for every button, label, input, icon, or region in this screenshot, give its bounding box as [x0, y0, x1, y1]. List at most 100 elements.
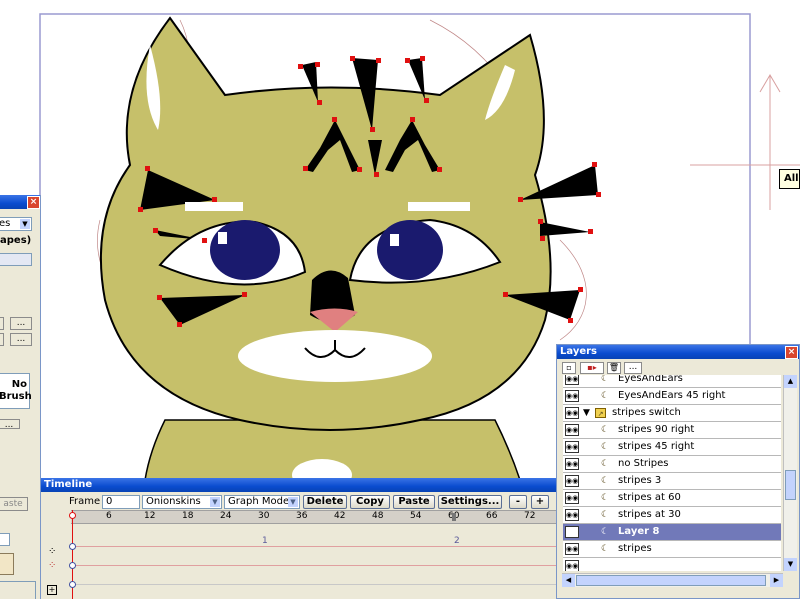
paste-button-label: aste — [3, 499, 23, 509]
layer-name: stripes 3 — [618, 475, 662, 486]
visibility-eye-icon[interactable]: ◉◉ — [565, 390, 579, 402]
keyframe[interactable] — [69, 562, 76, 569]
more-button-3[interactable]: ... — [0, 419, 20, 430]
bone-layer-icon: ☾ — [601, 391, 610, 401]
visibility-eye-icon[interactable]: ◉◉ — [565, 441, 579, 453]
visibility-eye-icon[interactable]: ◉◉ — [565, 526, 579, 538]
ruler-tick: 48 — [372, 511, 384, 521]
copy-button[interactable]: Copy — [350, 495, 390, 509]
layer-row[interactable]: ◉◉ ☾ stripes 90 right — [563, 422, 781, 439]
visibility-eye-icon[interactable]: ◉◉ — [565, 543, 579, 555]
ruler-tick: 12 — [144, 511, 156, 521]
rotation-channel-icon: ⁘ — [48, 560, 57, 571]
scroll-left-button[interactable]: ◀ — [562, 574, 575, 587]
more-button-1[interactable]: ... — [10, 317, 32, 330]
scroll-up-button[interactable]: ▲ — [784, 375, 797, 388]
layer-name: stripes at 30 — [618, 509, 681, 520]
no-brush-label: No Brush — [0, 379, 32, 402]
frame-ruler[interactable]: 6 12 18 24 30 36 42 48 54 60 66 72 — [71, 510, 561, 524]
layer-row[interactable]: ◉◉ ▼ ↗ stripes switch — [563, 405, 781, 422]
onionskins-label: Onionskins — [146, 496, 201, 507]
tool-panel-field[interactable] — [0, 253, 32, 266]
vector-layer-icon: ☾ — [601, 476, 610, 486]
onionskins-dropdown[interactable]: Onionskins ▼ — [142, 495, 222, 509]
keyframe[interactable] — [69, 581, 76, 588]
layer-name: EyesAndEars 45 right — [618, 390, 726, 401]
delete-layer-button[interactable]: 🗑 — [607, 362, 621, 374]
visibility-eye-icon[interactable]: ◉◉ — [565, 424, 579, 436]
playhead-handle[interactable] — [69, 512, 76, 519]
tool-panel-input-2[interactable] — [0, 333, 4, 346]
delete-button[interactable]: Delete — [303, 495, 347, 509]
layer-options-button[interactable]: ... — [624, 362, 642, 374]
timeline-track[interactable] — [71, 584, 561, 585]
tool-panel-close-button[interactable]: × — [27, 196, 40, 209]
more-button-2[interactable]: ... — [10, 333, 32, 346]
visibility-eye-icon[interactable]: ◉◉ — [565, 492, 579, 504]
color-swatch[interactable] — [0, 553, 14, 575]
scroll-right-button[interactable]: ▶ — [770, 574, 783, 587]
scroll-thumb[interactable] — [785, 470, 796, 500]
visibility-eye-icon[interactable]: ◉◉ — [565, 458, 579, 470]
layer-row[interactable]: ◉◉ ☾ stripes — [563, 541, 781, 558]
layer-row[interactable]: ◉◉ ☾ stripes at 60 — [563, 490, 781, 507]
ruler-tick: 36 — [296, 511, 308, 521]
layers-vertical-scrollbar[interactable]: ▲ ▼ — [783, 375, 797, 571]
visibility-eye-icon[interactable]: ◉◉ — [565, 560, 579, 571]
ruler-marker[interactable] — [452, 513, 456, 521]
paste-frame-button-label: Paste — [398, 496, 430, 507]
no-brush-button[interactable]: No Brush — [0, 373, 32, 409]
origin-guide — [690, 74, 800, 210]
layer-row[interactable]: ◉◉ ☾ stripes 3 — [563, 473, 781, 490]
new-layer-menu-button[interactable]: ▪▸ — [580, 362, 604, 374]
layer-row[interactable]: ◉◉ ☾ EyesAndEars 45 right — [563, 388, 781, 405]
visibility-eye-icon[interactable]: ◉◉ — [565, 375, 579, 385]
layer-row-selected[interactable]: ◉◉ ☾ Layer 8 — [563, 524, 781, 541]
layer-row[interactable]: ◉◉ ☾ stripes 45 right — [563, 439, 781, 456]
more-button-2-label: ... — [16, 334, 26, 344]
paste-frame-button[interactable]: Paste — [393, 495, 435, 509]
right-iris — [377, 220, 443, 280]
visibility-eye-icon[interactable]: ◉◉ — [565, 407, 579, 419]
tool-panel-small-field[interactable] — [0, 533, 10, 546]
timeline-track[interactable] — [71, 546, 561, 547]
zoom-out-button[interactable]: - — [509, 495, 527, 509]
layer-row[interactable]: ◉◉ ☾ stripes at 30 — [563, 507, 781, 524]
layer-name: stripes switch — [612, 407, 681, 418]
timeline-track[interactable] — [71, 565, 561, 566]
layer-list: ◉◉ ☾ EyesAndEars ◉◉ ☾ EyesAndEars 45 rig… — [557, 375, 787, 571]
tool-panel-dropdown[interactable]: es ▼ — [0, 217, 32, 231]
scale-channel-icon: + — [47, 585, 57, 595]
graph-mode-dropdown[interactable]: Graph Mode ▼ — [224, 495, 300, 509]
vector-layer-icon: ☾ — [601, 459, 610, 469]
tool-panel-input-1[interactable] — [0, 317, 4, 330]
chevron-down-icon: ▼ — [20, 219, 30, 229]
layers-titlebar: Layers — [557, 345, 799, 359]
layers-horizontal-scrollbar[interactable]: ◀ ▶ — [562, 573, 783, 587]
visibility-eye-icon[interactable]: ◉◉ — [565, 509, 579, 521]
layer-name: Layer 8 — [618, 526, 660, 537]
timeline-panel: Timeline Frame 0 Onionskins ▼ Graph Mode ▼… — [40, 478, 561, 599]
settings-button[interactable]: Settings... — [438, 495, 502, 509]
frame-input[interactable]: 0 — [102, 495, 140, 509]
more-button-3-label: ... — [4, 420, 14, 430]
visibility-eye-icon[interactable]: ◉◉ — [565, 475, 579, 487]
zoom-in-button[interactable]: + — [531, 495, 549, 509]
scroll-down-button[interactable]: ▼ — [784, 558, 797, 571]
graph-mode-label: Graph Mode — [228, 496, 290, 507]
layer-row[interactable]: ◉◉ ☾ EyesAndEars — [563, 375, 781, 388]
keyframe[interactable] — [69, 543, 76, 550]
left-brow — [185, 202, 243, 211]
new-layer-button[interactable]: ▫ — [562, 362, 576, 374]
vector-layer-icon: ☾ — [601, 442, 610, 452]
layer-row[interactable]: ◉◉ — [563, 558, 781, 571]
layers-close-button[interactable]: × — [785, 346, 798, 359]
layer-row[interactable]: ◉◉ ☾ no Stripes — [563, 456, 781, 473]
expand-triangle-icon[interactable]: ▼ — [583, 405, 590, 421]
chevron-down-icon: ▼ — [288, 497, 298, 507]
layer-name: stripes at 60 — [618, 492, 681, 503]
ruler-tick: 72 — [524, 511, 536, 521]
right-brow — [408, 202, 470, 211]
scroll-h-thumb[interactable] — [576, 575, 766, 586]
paste-button[interactable]: aste — [0, 497, 28, 511]
